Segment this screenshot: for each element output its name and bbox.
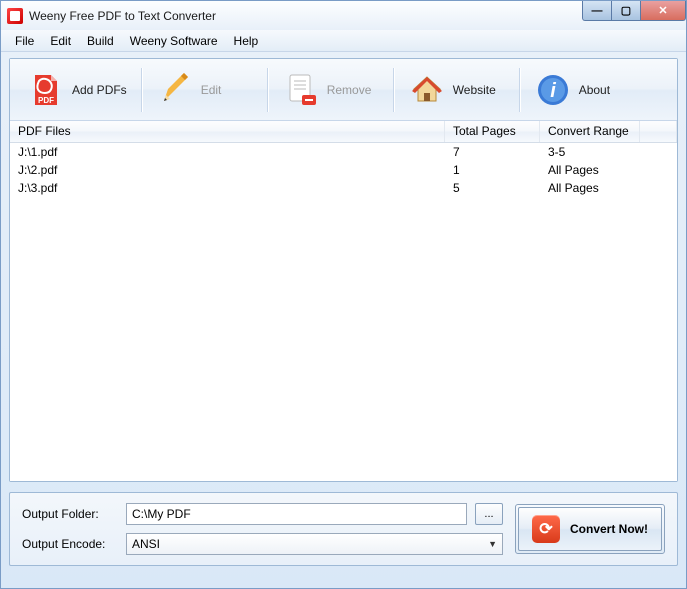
table-row[interactable]: J:\2.pdf 1 All Pages <box>10 161 677 179</box>
output-encode-label: Output Encode: <box>22 537 118 551</box>
about-button[interactable]: i About <box>523 70 643 110</box>
col-header-extra <box>640 121 677 142</box>
menu-build[interactable]: Build <box>79 32 122 50</box>
remove-button[interactable]: Remove <box>271 70 391 110</box>
content-box: PDF Add PDFs Edit Remove <box>9 58 678 482</box>
toolbar-separator <box>141 68 143 112</box>
add-pdfs-label: Add PDFs <box>72 83 127 97</box>
titlebar: Weeny Free PDF to Text Converter — ▢ ✕ <box>0 0 687 30</box>
cell-file: J:\3.pdf <box>10 181 445 195</box>
output-folder-label: Output Folder: <box>22 507 118 521</box>
form-rows: Output Folder: ... Output Encode: ANSI ▼ <box>22 503 503 555</box>
col-header-files[interactable]: PDF Files <box>10 121 445 142</box>
menu-weeny-software[interactable]: Weeny Software <box>122 32 226 50</box>
chevron-down-icon: ▼ <box>488 539 497 549</box>
convert-button-wrap: ⟳ Convert Now! <box>515 504 665 554</box>
table-header: PDF Files Total Pages Convert Range <box>10 121 677 143</box>
cell-range: All Pages <box>540 181 640 195</box>
menubar: File Edit Build Weeny Software Help <box>1 30 686 52</box>
toolbar-separator <box>393 68 395 112</box>
maximize-button[interactable]: ▢ <box>611 1 641 21</box>
col-header-range[interactable]: Convert Range <box>540 121 640 142</box>
toolbar-separator <box>267 68 269 112</box>
website-label: Website <box>453 83 496 97</box>
cell-file: J:\2.pdf <box>10 163 445 177</box>
remove-label: Remove <box>327 83 372 97</box>
edit-button[interactable]: Edit <box>145 70 265 110</box>
close-button[interactable]: ✕ <box>640 1 686 21</box>
website-button[interactable]: Website <box>397 70 517 110</box>
svg-text:i: i <box>550 80 556 102</box>
cell-pages: 7 <box>445 145 540 159</box>
remove-icon <box>283 72 319 108</box>
output-encode-combo[interactable]: ANSI ▼ <box>126 533 503 555</box>
convert-label: Convert Now! <box>570 522 648 536</box>
cell-file: J:\1.pdf <box>10 145 445 159</box>
window-controls: — ▢ ✕ <box>583 1 686 21</box>
output-folder-input[interactable] <box>126 503 467 525</box>
window-frame: File Edit Build Weeny Software Help PDF … <box>0 30 687 589</box>
table-body[interactable]: J:\1.pdf 7 3-5 J:\2.pdf 1 All Pages J:\3… <box>10 143 677 481</box>
about-label: About <box>579 83 610 97</box>
convert-button[interactable]: ⟳ Convert Now! <box>518 507 662 551</box>
cell-pages: 5 <box>445 181 540 195</box>
cell-range: 3-5 <box>540 145 640 159</box>
cell-range: All Pages <box>540 163 640 177</box>
output-encode-value: ANSI <box>132 537 160 551</box>
menu-help[interactable]: Help <box>226 32 267 50</box>
col-header-pages[interactable]: Total Pages <box>445 121 540 142</box>
table-row[interactable]: J:\3.pdf 5 All Pages <box>10 179 677 197</box>
output-folder-row: Output Folder: ... <box>22 503 503 525</box>
edit-label: Edit <box>201 83 222 97</box>
house-icon <box>409 72 445 108</box>
svg-text:PDF: PDF <box>38 96 54 105</box>
pencil-icon <box>157 72 193 108</box>
window-title: Weeny Free PDF to Text Converter <box>29 9 216 23</box>
toolbar-separator <box>519 68 521 112</box>
pdf-icon: PDF <box>28 72 64 108</box>
toolbar: PDF Add PDFs Edit Remove <box>10 59 677 121</box>
table-row[interactable]: J:\1.pdf 7 3-5 <box>10 143 677 161</box>
app-icon <box>7 8 23 24</box>
menu-file[interactable]: File <box>7 32 42 50</box>
bottom-panel: Output Folder: ... Output Encode: ANSI ▼… <box>9 492 678 566</box>
menu-edit[interactable]: Edit <box>42 32 79 50</box>
output-encode-row: Output Encode: ANSI ▼ <box>22 533 503 555</box>
cell-pages: 1 <box>445 163 540 177</box>
add-pdfs-button[interactable]: PDF Add PDFs <box>16 70 139 110</box>
convert-icon: ⟳ <box>532 515 560 543</box>
info-icon: i <box>535 72 571 108</box>
minimize-button[interactable]: — <box>582 1 612 21</box>
browse-button[interactable]: ... <box>475 503 503 525</box>
